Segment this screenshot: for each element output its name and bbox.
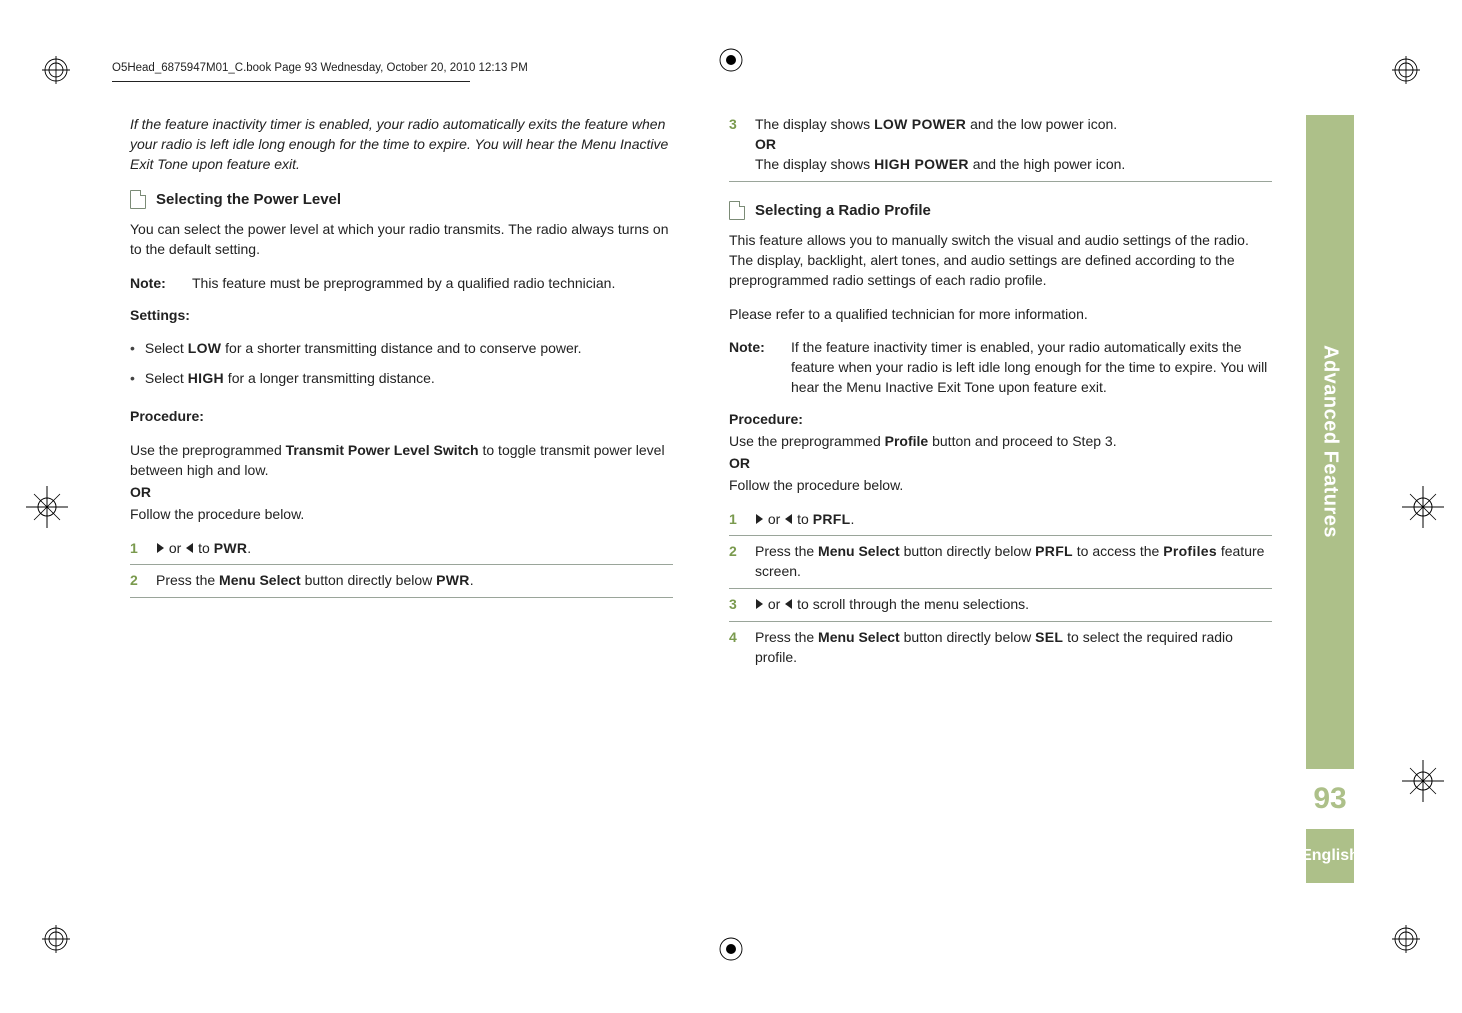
arrow-right-icon [755,596,764,612]
registration-mark-icon [42,56,70,84]
step-2: 2 Press the Menu Select button directly … [130,571,673,598]
lcd-text: HIGH [188,370,224,386]
lcd-text: PRFL [813,511,851,527]
heading-text: Selecting the Power Level [156,189,341,210]
setting-low: Select LOW for a shorter transmitting di… [130,339,673,359]
arrow-right-icon [156,540,165,556]
document-icon [729,201,745,220]
arrow-right-icon [755,511,764,527]
registration-mark-icon [1392,925,1420,953]
power-steps: 1 or to PWR. 2 Press the Menu Select but… [130,539,673,599]
or-label: OR [130,483,673,503]
profile-intro-2: Please refer to a qualified technician f… [729,305,1272,325]
crosshair-mark-icon [26,486,68,528]
note-block: Note: This feature must be preprogrammed… [130,274,673,294]
lcd-text: PWR [214,540,248,556]
step-1: 1 or to PRFL. [729,510,1272,537]
side-tab: Advanced Features 93 English [1306,115,1354,883]
document-icon [130,190,146,209]
page-body: If the feature inactivity timer is enabl… [130,115,1272,883]
note-label: Note: [130,274,182,294]
or-label: OR [729,454,1272,474]
note-block: Note: If the feature inactivity timer is… [729,338,1272,398]
settings-heading: Settings: [130,306,673,326]
lcd-text: PWR [436,572,470,588]
procedure-follow: Follow the procedure below. [130,505,673,525]
crosshair-mark-icon [1402,760,1444,802]
power-steps-cont: 3 The display shows LOW POWER and the lo… [729,115,1272,182]
right-column: 3 The display shows LOW POWER and the lo… [729,115,1272,883]
lcd-text: LOW POWER [874,116,966,132]
left-column: If the feature inactivity timer is enabl… [130,115,673,883]
step-number: 3 [729,595,743,615]
lcd-text: Profiles [1163,543,1217,559]
step-3: 3 or to scroll through the menu selectio… [729,595,1272,622]
lcd-text: PRFL [1035,543,1073,559]
step-number: 1 [729,510,743,530]
step-4: 4 Press the Menu Select button directly … [729,628,1272,674]
header-text: O5Head_6875947M01_C.book Page 93 Wednesd… [112,62,528,74]
heading-radio-profile: Selecting a Radio Profile [729,200,1272,221]
heading-text: Selecting a Radio Profile [755,200,931,221]
lcd-text: SEL [1035,629,1063,645]
inactivity-note: If the feature inactivity timer is enabl… [130,115,673,175]
procedure-heading: Procedure: [130,407,673,427]
note-text: This feature must be preprogrammed by a … [192,274,673,294]
section-tab: Advanced Features [1306,115,1354,769]
registration-mark-icon [42,925,70,953]
profile-intro-1: This feature allows you to manually swit… [729,231,1272,291]
language-tab: English [1306,829,1354,883]
procedure-follow: Follow the procedure below. [729,476,1272,496]
registration-mark-icon [1392,56,1420,84]
setting-high: Select HIGH for a longer transmitting di… [130,369,673,389]
arrow-left-icon [185,540,194,556]
heading-power-level: Selecting the Power Level [130,189,673,210]
power-intro: You can select the power level at which … [130,220,673,260]
step-2: 2 Press the Menu Select button directly … [729,542,1272,589]
lcd-text: LOW [188,340,222,356]
step-number: 2 [729,542,743,582]
note-label: Note: [729,338,781,398]
step-number: 1 [130,539,144,559]
arrow-left-icon [784,511,793,527]
step-number: 3 [729,115,743,175]
running-header: O5Head_6875947M01_C.book Page 93 Wednesd… [112,62,1350,76]
settings-list: Select LOW for a shorter transmitting di… [130,339,673,389]
profile-steps: 1 or to PRFL. 2 Press the Menu Select bu… [729,510,1272,674]
step-number: 4 [729,628,743,668]
arrow-left-icon [784,596,793,612]
procedure-intro: Use the preprogrammed Transmit Power Lev… [130,441,673,481]
step-3: 3 The display shows LOW POWER and the lo… [729,115,1272,182]
section-title: Advanced Features [1319,345,1342,538]
or-label: OR [755,136,776,152]
procedure-intro: Use the preprogrammed Profile button and… [729,432,1272,452]
procedure-heading: Procedure: [729,410,1272,430]
page-number: 93 [1306,769,1354,829]
step-number: 2 [130,571,144,591]
lcd-text: HIGH POWER [874,156,969,172]
note-text: If the feature inactivity timer is enabl… [791,338,1272,398]
crosshair-mark-icon [1402,486,1444,528]
spine-mark-icon [719,937,743,961]
step-1: 1 or to PWR. [130,539,673,566]
